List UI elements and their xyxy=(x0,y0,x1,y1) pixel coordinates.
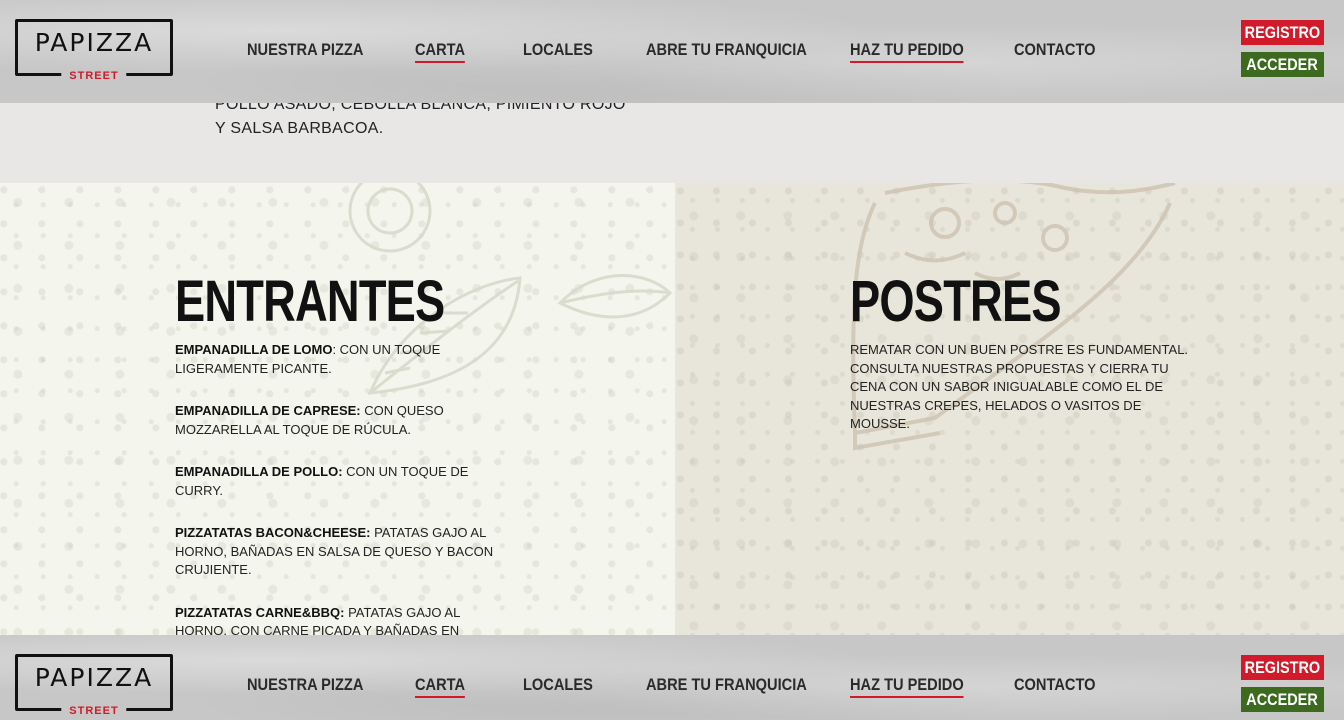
nav-item-haz-tu-pedido[interactable]: HAZ TU PEDIDO xyxy=(850,675,964,698)
list-item: PIZZATATAS BACON&CHEESE: PATATAS GAJO AL… xyxy=(175,524,495,580)
login-label: ACCEDER xyxy=(1246,689,1319,709)
brand-name: PAPIZZA xyxy=(34,663,154,692)
brand-tagline: STREET xyxy=(61,705,127,717)
entrantes-section: ENTRANTES EMPANADILLA DE LOMO: CON UN TO… xyxy=(0,183,675,635)
login-label: ACCEDER xyxy=(1246,54,1319,74)
item-name: EMPANADILLA DE CAPRESE: xyxy=(175,403,361,418)
entrantes-title: ENTRANTES xyxy=(175,269,445,334)
brand-logo[interactable]: PAPIZZA STREET xyxy=(15,654,173,717)
register-label: REGISTRO xyxy=(1244,657,1321,677)
nav-item-nuestra-pizza[interactable]: NUESTRA PIZZA xyxy=(247,40,363,60)
postres-title: POSTRES xyxy=(850,269,1062,334)
postres-description: REMATAR CON UN BUEN POSTRE ES FUNDAMENTA… xyxy=(850,342,1189,431)
brand-name: PAPIZZA xyxy=(34,28,154,57)
nav-item-carta[interactable]: CARTA xyxy=(415,675,466,698)
login-button[interactable]: ACCEDER xyxy=(1241,687,1324,712)
nav-item-abre-tu-franquicia[interactable]: ABRE TU FRANQUICIA xyxy=(646,675,807,695)
list-item: EMPANADILLA DE POLLO: CON UN TOQUE DE CU… xyxy=(175,463,495,500)
item-name: EMPANADILLA DE POLLO: xyxy=(175,464,343,479)
nav-item-locales[interactable]: LOCALES xyxy=(523,40,593,60)
list-item: EMPANADILLA DE LOMO: CON UN TOQUE LIGERA… xyxy=(175,341,495,378)
register-button[interactable]: REGISTRO xyxy=(1241,20,1324,45)
previous-section: POLLO ASADO, CEBOLLA BLANCA, PIMIENTO RO… xyxy=(0,96,1344,183)
nav-item-nuestra-pizza[interactable]: NUESTRA PIZZA xyxy=(247,675,363,695)
item-name: PIZZATATAS CARNE&BBQ: xyxy=(175,604,345,620)
list-item: PIZZATATAS CARNE&BBQ: PATATAS GAJO AL HO… xyxy=(175,604,495,636)
brand-tagline: STREET xyxy=(61,70,127,82)
nav-item-haz-tu-pedido[interactable]: HAZ TU PEDIDO xyxy=(850,40,964,63)
item-name: PIZZATATAS BACON&CHEESE: xyxy=(175,525,371,540)
register-button[interactable]: REGISTRO xyxy=(1241,655,1324,680)
site-header-sticky: PAPIZZA STREET NUESTRA PIZZA CARTA LOCAL… xyxy=(0,635,1344,720)
list-item: EMPANADILLA DE CAPRESE: CON QUESO MOZZAR… xyxy=(175,402,495,439)
entrantes-list: EMPANADILLA DE LOMO: CON UN TOQUE LIGERA… xyxy=(175,341,495,635)
nav-item-contacto[interactable]: CONTACTO xyxy=(1014,40,1095,60)
nav-item-abre-tu-franquicia[interactable]: ABRE TU FRANQUICIA xyxy=(646,40,807,60)
item-name: EMPANADILLA DE LOMO xyxy=(175,342,333,357)
site-header: PAPIZZA STREET NUESTRA PIZZA CARTA LOCAL… xyxy=(0,0,1344,103)
login-button[interactable]: ACCEDER xyxy=(1241,52,1324,77)
nav-item-carta[interactable]: CARTA xyxy=(415,40,466,63)
nav-item-locales[interactable]: LOCALES xyxy=(523,675,593,695)
register-label: REGISTRO xyxy=(1244,22,1321,42)
brand-logo[interactable]: PAPIZZA STREET xyxy=(15,19,173,82)
postres-section: POSTRES REMATAR CON UN BUEN POSTRE ES FU… xyxy=(675,183,1344,635)
nav-item-contacto[interactable]: CONTACTO xyxy=(1014,675,1095,695)
